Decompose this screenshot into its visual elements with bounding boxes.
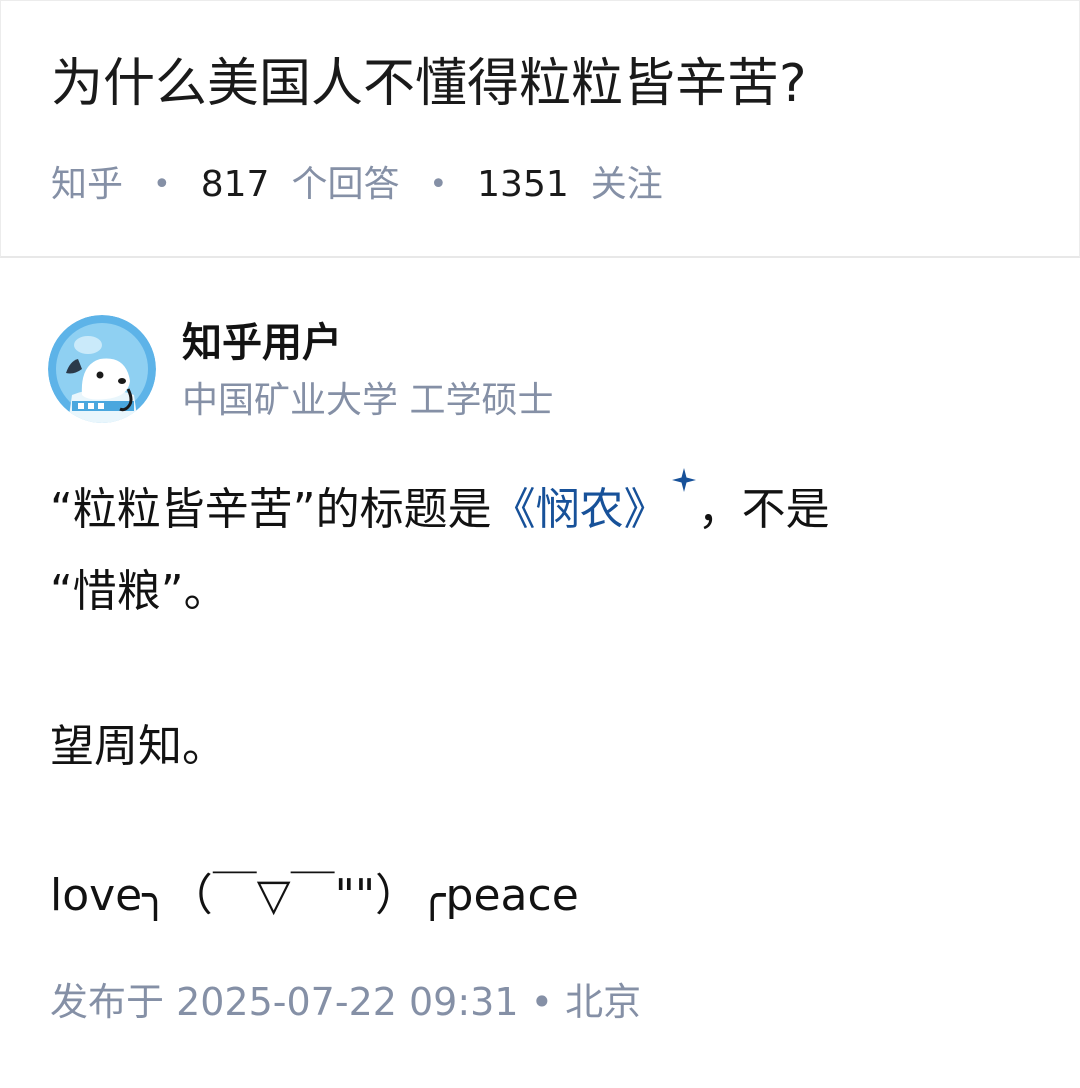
author-avatar[interactable] <box>48 315 156 423</box>
answer-count[interactable]: 817 <box>201 163 270 207</box>
meta-separator: • <box>429 167 448 202</box>
answer-paragraph: “粒粒皆辛苦”的标题是《悯农》 ，不是 <box>50 466 830 552</box>
publish-time: 发布于 2025-07-22 09:31 • 北京 <box>50 980 642 1024</box>
question-title[interactable]: 为什么美国人不懂得粒粒皆辛苦? <box>51 51 807 117</box>
paragraph-text: “粒粒皆辛苦”的标题是 <box>50 484 492 535</box>
source-label: 知乎 <box>51 164 124 205</box>
follow-count[interactable]: 1351 <box>477 163 569 207</box>
sparkle-icon[interactable] <box>670 466 698 500</box>
answer-paragraph: “惜粮”。 <box>50 566 228 617</box>
answer-paragraph: love╮（￣▽￣""）╭peace <box>50 870 579 921</box>
answer-count-label[interactable]: 个回答 <box>291 163 399 207</box>
author-headline: 中国矿业大学 工学硕士 <box>182 380 554 421</box>
meta-separator: • <box>153 167 171 202</box>
author-name[interactable]: 知乎用户 <box>182 318 342 368</box>
astronaut-dog-avatar-icon <box>48 315 156 423</box>
paragraph-text: ，不是 <box>697 484 830 535</box>
question-meta: 知乎 • 817 个回答 • 1351 关注 <box>51 163 663 207</box>
search-link[interactable]: 《悯农》 <box>492 484 668 535</box>
follow-label[interactable]: 关注 <box>591 163 663 207</box>
question-card: 为什么美国人不懂得粒粒皆辛苦? 知乎 • 817 个回答 • 1351 关注 <box>0 0 1080 258</box>
answer-paragraph: 望周知。 <box>50 721 226 772</box>
answer-item: 知乎用户 中国矿业大学 工学硕士 “粒粒皆辛苦”的标题是《悯农》 ，不是 “惜粮”… <box>0 260 1080 1088</box>
